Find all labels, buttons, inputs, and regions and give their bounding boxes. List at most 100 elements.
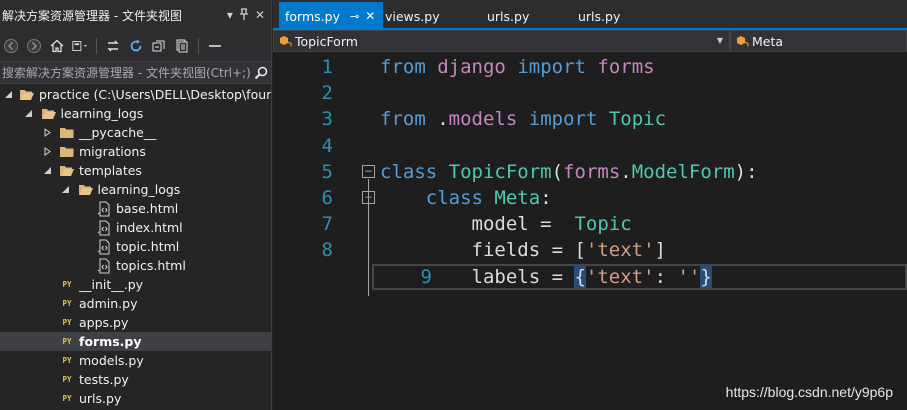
- tree-item-label: __pycache__: [79, 125, 157, 140]
- folder-open-icon: [19, 87, 35, 103]
- py-badge: PY: [62, 375, 72, 384]
- code-token: ]: [654, 239, 666, 262]
- collapse-all-icon[interactable]: [150, 37, 168, 55]
- tree-item-label: __init__.py: [79, 277, 144, 292]
- line-number: 5: [321, 160, 333, 183]
- tree-item[interactable]: index.html: [0, 218, 271, 237]
- collapsed-arrow-icon[interactable]: [41, 127, 53, 139]
- tree-item[interactable]: topics.html: [0, 256, 271, 275]
- search-icon[interactable]: [251, 63, 271, 83]
- tab-urls-py-2[interactable]: urls.py: [572, 2, 626, 30]
- expanded-arrow-icon[interactable]: [4, 89, 13, 101]
- class-icon: [735, 35, 749, 47]
- expanded-arrow-icon[interactable]: [60, 184, 72, 196]
- tree-item[interactable]: PY apps.py: [0, 313, 271, 332]
- python-file-icon: PY: [59, 277, 75, 293]
- search-input[interactable]: [2, 65, 251, 80]
- python-file-icon: PY: [59, 296, 75, 312]
- py-badge: PY: [62, 356, 72, 365]
- code-token: model =: [380, 213, 575, 236]
- tree-item-label: admin.py: [79, 296, 138, 311]
- class-dropdown-value: TopicForm: [295, 33, 358, 49]
- sync-with-document-icon[interactable]: [104, 37, 122, 55]
- expanded-arrow-icon[interactable]: [23, 108, 35, 120]
- tree-item[interactable]: migrations: [0, 142, 271, 161]
- tree-item[interactable]: templates: [0, 161, 271, 180]
- tree-item[interactable]: PY urls.py: [0, 389, 271, 408]
- tree-item[interactable]: practice (C:\Users\DELL\Desktop\four\l: [0, 85, 271, 104]
- tree-item[interactable]: PY admin.py: [0, 294, 271, 313]
- class-dropdown[interactable]: TopicForm ▼: [273, 30, 730, 52]
- code-token: Topic: [608, 108, 667, 131]
- folder-open-icon: [41, 106, 57, 122]
- code-line[interactable]: 4: [273, 133, 907, 159]
- close-tab-icon[interactable]: ✕: [365, 9, 375, 23]
- code-token: 'text': [585, 239, 655, 262]
- py-badge: PY: [62, 318, 72, 327]
- tree-item[interactable]: base.html: [0, 199, 271, 218]
- tree-item[interactable]: PY tests.py: [0, 370, 271, 389]
- code-token: ):: [734, 160, 758, 183]
- code-token: fields = [: [380, 239, 586, 262]
- code-line[interactable]: 1 from django import forms: [273, 54, 907, 80]
- home-icon[interactable]: [48, 37, 66, 55]
- code-token: import: [517, 56, 586, 78]
- code-token: .: [620, 160, 632, 183]
- line-number: 1: [321, 56, 333, 78]
- close-icon[interactable]: ✕: [255, 8, 265, 22]
- code-token: models: [448, 108, 518, 131]
- solution-explorer-toolbar: [0, 30, 271, 62]
- properties-icon[interactable]: [206, 37, 224, 55]
- window-options-dropdown-icon[interactable]: ▾: [227, 8, 233, 22]
- tree-item-label: topics.html: [116, 258, 186, 273]
- tab-views-py[interactable]: views.py: [379, 2, 446, 30]
- solution-explorer-panel: 解决方案资源管理器 - 文件夹视图 ▾ ✕ 搜索解决方案资源管理器 - 文件夹视…: [0, 0, 272, 410]
- code-token: class: [425, 186, 483, 209]
- line-number: 8: [321, 239, 333, 262]
- html-file-icon: [96, 239, 112, 255]
- tree-item[interactable]: PY __init__.py: [0, 275, 271, 294]
- tree-item[interactable]: PY forms.py: [0, 332, 271, 351]
- tree-item[interactable]: learning_logs: [0, 180, 271, 199]
- back-icon[interactable]: [2, 37, 20, 55]
- tree-item[interactable]: PY models.py: [0, 351, 271, 370]
- member-dropdown[interactable]: Meta: [730, 30, 907, 52]
- show-all-files-icon[interactable]: [173, 37, 191, 55]
- code-text: model = Topic: [380, 211, 632, 237]
- switch-views-icon[interactable]: [71, 37, 89, 55]
- tab-label: forms.py: [285, 8, 340, 24]
- member-dropdown-value: Meta: [752, 33, 784, 49]
- tree-item[interactable]: learning_logs: [0, 104, 271, 123]
- collapsed-arrow-icon[interactable]: [41, 146, 53, 158]
- tab-urls-py[interactable]: urls.py: [481, 2, 535, 30]
- fold-guide-line: [368, 178, 369, 296]
- code-token: forms: [563, 160, 621, 183]
- document-tab-bar: forms.py ⊸ ✕ views.py urls.py urls.py: [273, 0, 907, 30]
- expanded-arrow-icon[interactable]: [41, 165, 53, 177]
- refresh-icon[interactable]: [127, 37, 145, 55]
- code-line[interactable]: 9 labels = {'text': ''}: [372, 263, 907, 290]
- tree-item[interactable]: topic.html: [0, 237, 271, 256]
- forward-icon[interactable]: [25, 37, 43, 55]
- code-line[interactable]: 3 from .models import Topic: [273, 106, 907, 132]
- code-line[interactable]: 2: [273, 80, 907, 106]
- pin-icon[interactable]: [239, 7, 249, 23]
- tab-forms-py[interactable]: forms.py ⊸ ✕: [279, 2, 383, 30]
- tree-item[interactable]: __pycache__: [0, 123, 271, 142]
- pin-tab-icon[interactable]: ⊸: [350, 10, 359, 23]
- collapse-region-icon[interactable]: −: [362, 164, 375, 178]
- code-token: ModelForm: [631, 160, 735, 183]
- code-token: labels =: [380, 265, 575, 288]
- code-editor[interactable]: 1 from django import forms 2 3 from .models …: [273, 54, 907, 410]
- code-token: (: [551, 160, 564, 183]
- toolbar-separator: [198, 37, 199, 54]
- code-token: class: [380, 160, 438, 183]
